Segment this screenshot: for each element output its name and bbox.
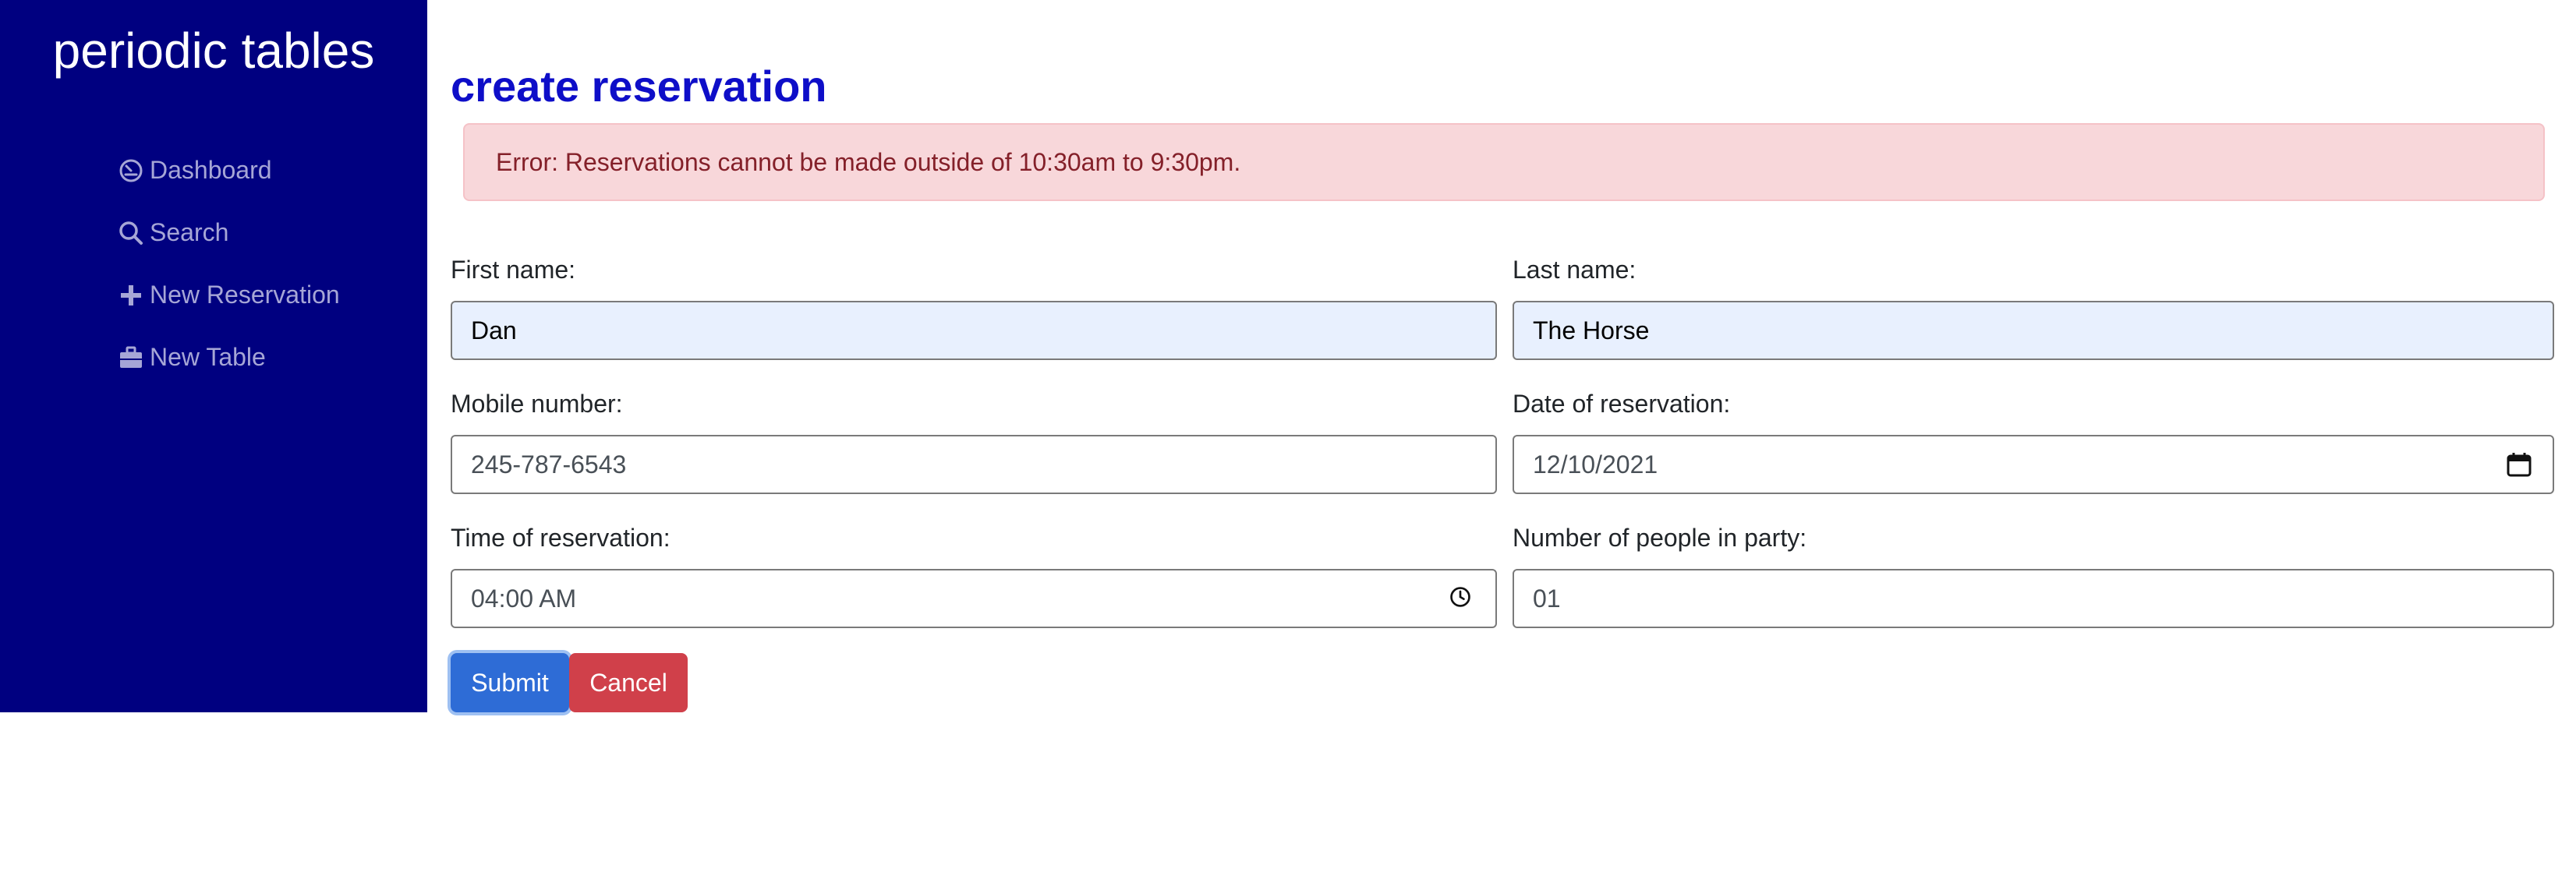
mobile-number-label: Mobile number:: [451, 390, 623, 418]
sidebar-item-search[interactable]: Search: [117, 218, 228, 247]
last-name-label: Last name:: [1513, 256, 1637, 284]
sidebar-item-label: Dashboard: [150, 156, 272, 184]
first-name-field[interactable]: Dan: [451, 301, 1497, 360]
sidebar-item-label: New Table: [150, 343, 266, 371]
page-title: create reservation: [451, 62, 827, 111]
sidebar-item-label: Search: [150, 218, 229, 246]
time-value: 04:00 AM: [471, 584, 577, 613]
date-field[interactable]: 12/10/2021: [1513, 435, 2554, 494]
cancel-button[interactable]: Cancel: [569, 653, 688, 712]
sidebar-item-new-table[interactable]: New Table: [117, 343, 266, 372]
people-field[interactable]: 01: [1513, 569, 2554, 628]
dashboard-icon: [117, 157, 145, 185]
first-name-label: First name:: [451, 256, 576, 284]
time-field[interactable]: 04:00 AM: [451, 569, 1497, 628]
date-value: 12/10/2021: [1533, 450, 1658, 479]
date-label: Date of reservation:: [1513, 390, 1731, 418]
calendar-icon[interactable]: [2506, 451, 2532, 478]
mobile-number-field[interactable]: 245-787-6543: [451, 435, 1497, 494]
people-label: Number of people in party:: [1513, 524, 1807, 552]
time-label: Time of reservation:: [451, 524, 671, 552]
sidebar: periodic tables Dashboard Search New Res…: [0, 0, 427, 712]
main-content: create reservation Error: Reservations c…: [427, 0, 2576, 890]
submit-button[interactable]: Submit: [451, 653, 569, 712]
sidebar-item-label: New Reservation: [150, 281, 340, 309]
error-alert: Error: Reservations cannot be made outsi…: [463, 123, 2545, 201]
briefcase-icon: [117, 344, 145, 372]
clock-icon[interactable]: [1449, 585, 1475, 612]
brand-title[interactable]: periodic tables: [0, 22, 427, 79]
mobile-number-value: 245-787-6543: [471, 450, 627, 479]
search-icon: [117, 219, 145, 247]
sidebar-item-new-reservation[interactable]: New Reservation: [117, 281, 340, 309]
last-name-field[interactable]: The Horse: [1513, 301, 2554, 360]
people-value: 01: [1533, 584, 1561, 613]
last-name-value: The Horse: [1533, 316, 1650, 344]
sidebar-item-dashboard[interactable]: Dashboard: [117, 156, 272, 185]
plus-icon: [117, 281, 145, 309]
first-name-value: Dan: [471, 316, 517, 344]
